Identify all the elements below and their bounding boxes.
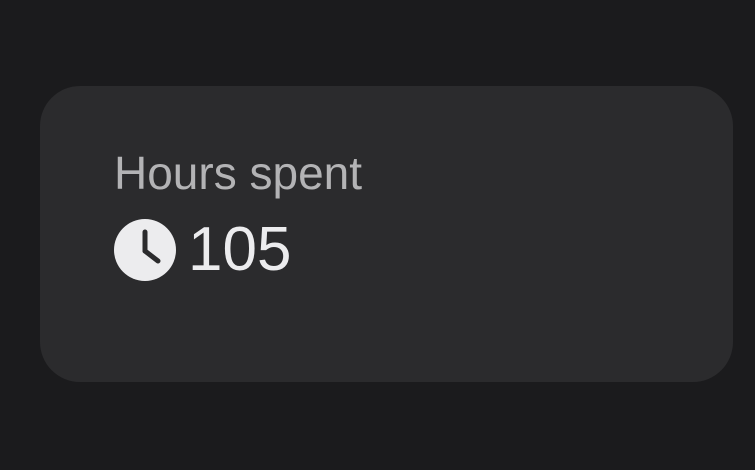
value-row: 105 [113, 218, 291, 282]
page: { "card": { "label": "Hours spent", "val… [0, 0, 755, 470]
hours-spent-card: Hours spent 105 [40, 86, 733, 382]
clock-icon [114, 219, 176, 281]
hours-value: 105 [188, 215, 292, 284]
card-label: Hours spent [114, 147, 363, 199]
